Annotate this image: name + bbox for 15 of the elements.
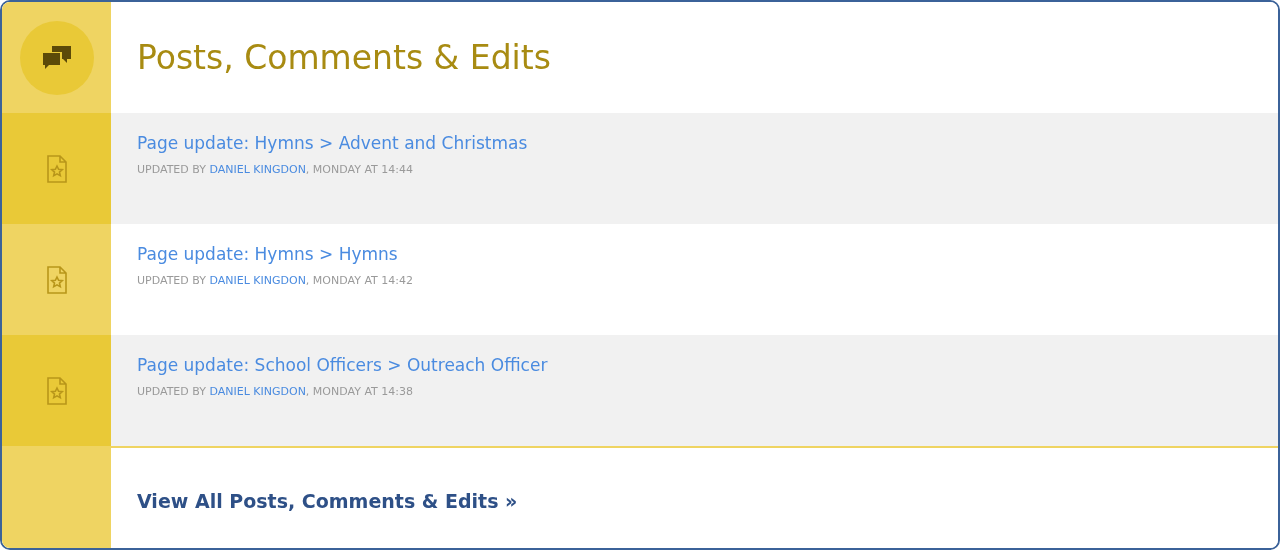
- author-link[interactable]: DANIEL KINGDON: [209, 385, 306, 398]
- activity-byline: UPDATED BY DANIEL KINGDON, MONDAY AT 14:42: [137, 274, 413, 287]
- activity-byline: UPDATED BY DANIEL KINGDON, MONDAY AT 14:44: [137, 163, 413, 176]
- activity-link[interactable]: Page update: School Officers > Outreach Officer: [137, 355, 548, 375]
- document-star-icon: [46, 154, 67, 183]
- author-link[interactable]: DANIEL KINGDON: [209, 274, 306, 287]
- chat-bubbles-icon: [40, 43, 73, 72]
- author-link[interactable]: DANIEL KINGDON: [209, 163, 306, 176]
- activity-link[interactable]: Page update: Hymns > Advent and Christmas: [137, 133, 528, 153]
- activity-link[interactable]: Page update: Hymns > Hymns: [137, 244, 398, 264]
- activity-byline: UPDATED BY DANIEL KINGDON, MONDAY AT 14:38: [137, 385, 413, 398]
- view-all-link[interactable]: View All Posts, Comments & Edits »: [137, 490, 518, 512]
- document-star-icon: [46, 376, 67, 405]
- document-star-icon: [46, 265, 67, 294]
- panel-title: Posts, Comments & Edits: [137, 38, 552, 77]
